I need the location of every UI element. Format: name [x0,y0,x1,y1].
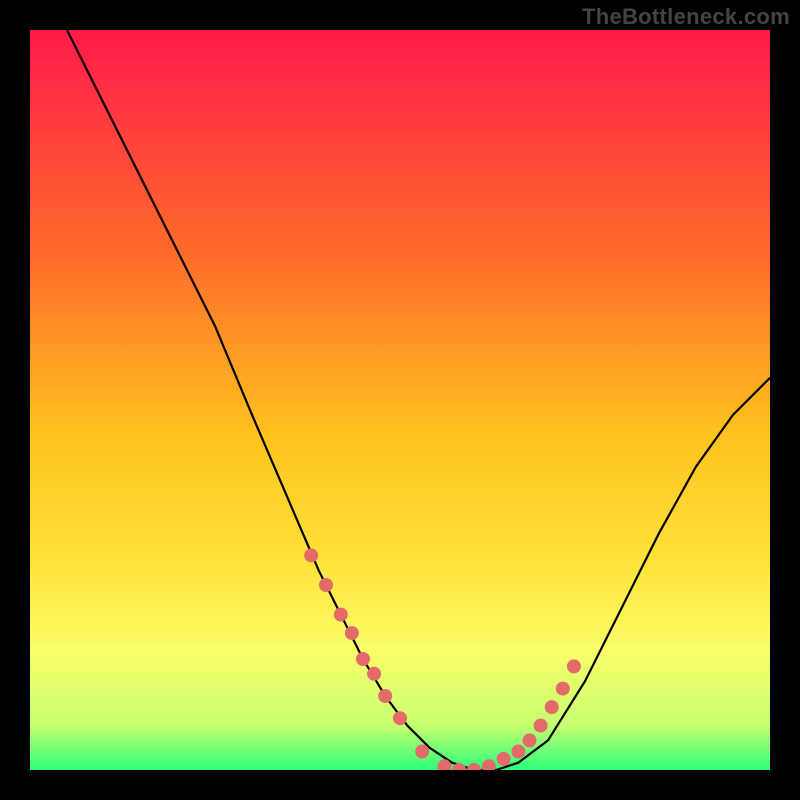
plot-area [30,30,770,770]
marker-dot [545,700,559,714]
marker-dot [367,667,381,681]
marker-dot [556,682,570,696]
marker-dot [534,719,548,733]
marker-dot [393,711,407,725]
marker-dot [523,733,537,747]
marker-dot [497,752,511,766]
chart-svg [30,30,770,770]
marker-dot [567,659,581,673]
marker-dot [319,578,333,592]
marker-dot [415,745,429,759]
marker-dot [304,548,318,562]
marker-dot [511,745,525,759]
marker-dot [345,626,359,640]
chart-frame: TheBottleneck.com [0,0,800,800]
gradient-background [30,30,770,770]
marker-dot [334,608,348,622]
watermark-text: TheBottleneck.com [582,4,790,30]
marker-dot [378,689,392,703]
marker-dot [356,652,370,666]
